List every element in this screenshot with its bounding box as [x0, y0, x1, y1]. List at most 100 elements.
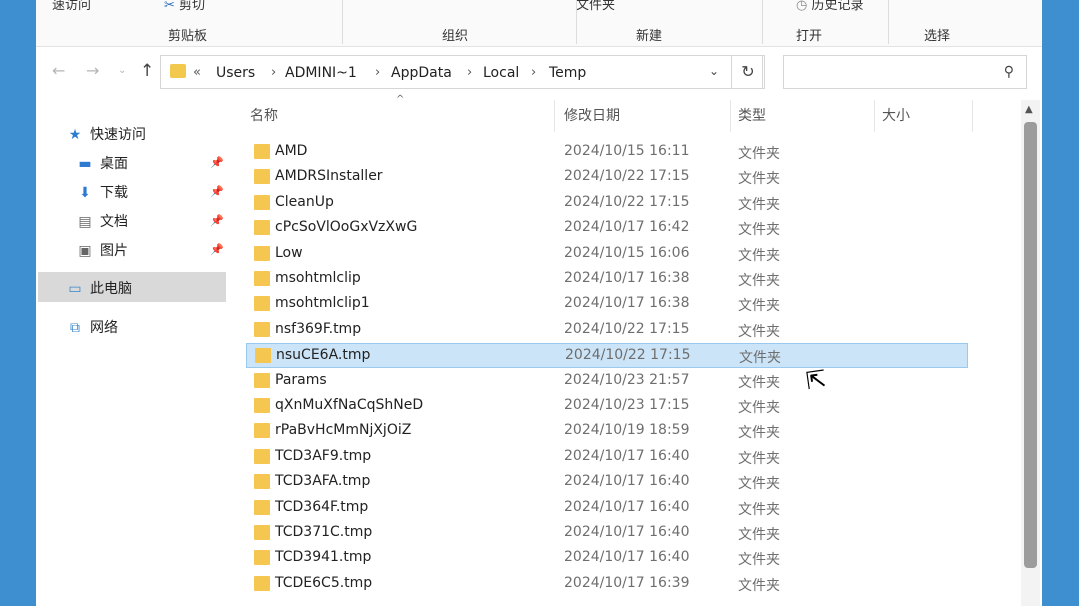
file-modified-date: 2024/10/17 16:40	[564, 473, 690, 490]
column-divider[interactable]	[730, 100, 731, 132]
file-row[interactable]: Params 2024/10/23 21:57 文件夹	[246, 369, 968, 394]
ribbon-divider	[762, 0, 763, 44]
ribbon-quick-access-fragment[interactable]: 速访问	[52, 0, 91, 13]
file-row[interactable]: TCD371C.tmp 2024/10/17 16:40 文件夹	[246, 521, 968, 546]
nav-this-pc[interactable]: ▭ 此电脑	[66, 278, 132, 304]
crumb-users[interactable]: Users	[216, 65, 255, 81]
file-modified-date: 2024/10/23 17:15	[564, 397, 690, 413]
search-box[interactable]: ⚲	[783, 55, 1027, 89]
nav-documents[interactable]: ▤ 文档	[76, 211, 128, 237]
file-row[interactable]: qXnMuXfNaCqShNeD 2024/10/23 17:15 文件夹	[246, 394, 968, 419]
ribbon-cut-button[interactable]: ✂ 剪切	[164, 0, 205, 13]
nav-pictures[interactable]: ▣ 图片	[76, 240, 128, 266]
file-row[interactable]: nsuCE6A.tmp 2024/10/22 17:15 文件夹	[246, 343, 968, 369]
nav-label: 桌面	[100, 156, 128, 172]
chevron-right-icon[interactable]: ›	[531, 65, 536, 80]
folder-icon	[254, 220, 270, 236]
file-modified-date: 2024/10/22 17:15	[565, 347, 691, 364]
file-type: 文件夹	[738, 323, 780, 340]
folder-icon	[254, 372, 270, 388]
file-row[interactable]: AMD 2024/10/15 16:11 文件夹	[246, 140, 968, 165]
file-type: 文件夹	[738, 247, 780, 264]
address-dropdown-icon[interactable]: ⌄	[709, 64, 719, 78]
recent-locations-chevron-icon[interactable]: ⌄	[118, 65, 126, 76]
column-header-name[interactable]: 名称	[250, 100, 278, 132]
address-bar[interactable]: « Users › ADMINI~1 › AppData › Local › T…	[160, 55, 763, 89]
file-row[interactable]: TCD364F.tmp 2024/10/17 16:40 文件夹	[246, 496, 968, 521]
file-modified-date: 2024/10/17 16:42	[564, 219, 690, 236]
nav-downloads[interactable]: ⬇ 下载	[76, 182, 128, 208]
ribbon-new-folder-fragment[interactable]: 文件夹	[576, 0, 615, 13]
column-divider[interactable]	[554, 100, 555, 132]
file-row[interactable]: TCDE6C5.tmp 2024/10/17 16:39 文件夹	[246, 572, 968, 597]
file-row[interactable]: TCD3AF9.tmp 2024/10/17 16:40 文件夹	[246, 445, 968, 470]
folder-icon	[254, 321, 270, 337]
scissors-icon: ✂	[164, 0, 175, 13]
file-modified-date: 2024/10/15 16:06	[564, 244, 690, 261]
file-modified-date: 2024/10/17 16:40	[564, 549, 690, 566]
file-row[interactable]: AMDRSInstaller 2024/10/22 17:15 文件夹	[246, 165, 968, 190]
file-row[interactable]: TCD3941.tmp 2024/10/17 16:40 文件夹	[246, 546, 968, 571]
crumb-appdata[interactable]: AppData	[391, 65, 452, 81]
file-modified-date: 2024/10/17 16:40	[564, 447, 690, 464]
column-header-date[interactable]: 修改日期	[564, 100, 620, 132]
back-arrow-icon[interactable]: ←	[52, 61, 65, 80]
pin-icon[interactable]: 📌	[210, 185, 224, 198]
nav-network[interactable]: ⧉ 网络	[66, 317, 118, 343]
refresh-button[interactable]: ↻	[731, 55, 765, 89]
column-divider[interactable]	[972, 100, 973, 132]
history-icon: ◷	[796, 0, 808, 13]
file-name: AMD	[275, 143, 308, 159]
file-name: TCD3AF9.tmp	[275, 447, 372, 464]
chevron-right-icon[interactable]: ›	[375, 65, 380, 80]
file-row[interactable]: nsf369F.tmp 2024/10/22 17:15 文件夹	[246, 318, 968, 343]
nav-desktop[interactable]: ▬ 桌面	[76, 153, 128, 179]
column-header-type[interactable]: 类型	[738, 100, 766, 132]
file-name: nsf369F.tmp	[275, 320, 362, 337]
file-row[interactable]: msohtmlclip1 2024/10/17 16:38 文件夹	[246, 292, 968, 317]
column-divider[interactable]	[874, 100, 875, 132]
ribbon-history-button[interactable]: ◷ 历史记录	[796, 0, 864, 13]
file-type: 文件夹	[739, 350, 781, 367]
chevron-right-icon[interactable]: ›	[467, 65, 472, 80]
nav-quick-access[interactable]: ★ 快速访问	[66, 124, 146, 150]
scroll-up-icon[interactable]: ▲	[1025, 104, 1033, 115]
nav-label: 下载	[100, 185, 128, 201]
file-row[interactable]: rPaBvHcMmNjXjOiZ 2024/10/19 18:59 文件夹	[246, 419, 968, 444]
file-name: nsuCE6A.tmp	[276, 347, 371, 364]
file-type: 文件夹	[738, 501, 780, 518]
up-arrow-icon[interactable]: ↑	[140, 61, 154, 81]
pin-icon[interactable]: 📌	[210, 243, 224, 256]
chevron-right-icon[interactable]: ›	[271, 65, 276, 80]
forward-arrow-icon[interactable]: →	[86, 61, 99, 80]
file-type: 文件夹	[738, 476, 780, 493]
crumb-temp[interactable]: Temp	[549, 65, 586, 81]
file-name: qXnMuXfNaCqShNeD	[275, 397, 424, 413]
search-icon: ⚲	[1003, 64, 1014, 80]
file-row[interactable]: Low 2024/10/15 16:06 文件夹	[246, 242, 968, 267]
overflow-crumb-icon[interactable]: «	[193, 65, 201, 80]
file-type: 文件夹	[738, 171, 780, 188]
pin-icon[interactable]: 📌	[210, 156, 224, 169]
file-modified-date: 2024/10/22 17:15	[564, 193, 690, 210]
crumb-admini[interactable]: ADMINI~1	[285, 65, 357, 81]
column-header-size[interactable]: 大小	[882, 100, 910, 132]
folder-icon	[254, 169, 270, 185]
folder-icon	[170, 64, 186, 78]
file-row[interactable]: cPcSoVlOoGxVzXwG 2024/10/17 16:42 文件夹	[246, 216, 968, 241]
pin-icon[interactable]: 📌	[210, 214, 224, 227]
vertical-scrollbar[interactable]: ▲	[1021, 100, 1040, 606]
download-icon: ⬇	[79, 185, 91, 201]
file-row[interactable]: msohtmlclip 2024/10/17 16:38 文件夹	[246, 267, 968, 292]
folder-icon	[254, 296, 270, 312]
nav-label: 图片	[100, 243, 128, 259]
crumb-local[interactable]: Local	[483, 65, 519, 81]
file-type: 文件夹	[738, 527, 780, 543]
file-row[interactable]: CleanUp 2024/10/22 17:15 文件夹	[246, 191, 968, 216]
navigation-pane: ★ 快速访问 ▬ 桌面 📌 ⬇ 下载 📌 ▤ 文档 📌 ▣ 图片 📌 ▭ 此电脑 ⧉ 网络	[36, 100, 231, 606]
search-input[interactable]	[790, 56, 994, 88]
nav-label: 文档	[100, 214, 128, 230]
file-row[interactable]: TCD3AFA.tmp 2024/10/17 16:40 文件夹	[246, 470, 968, 495]
file-type: 文件夹	[738, 425, 780, 442]
scrollbar-thumb[interactable]	[1024, 122, 1037, 568]
